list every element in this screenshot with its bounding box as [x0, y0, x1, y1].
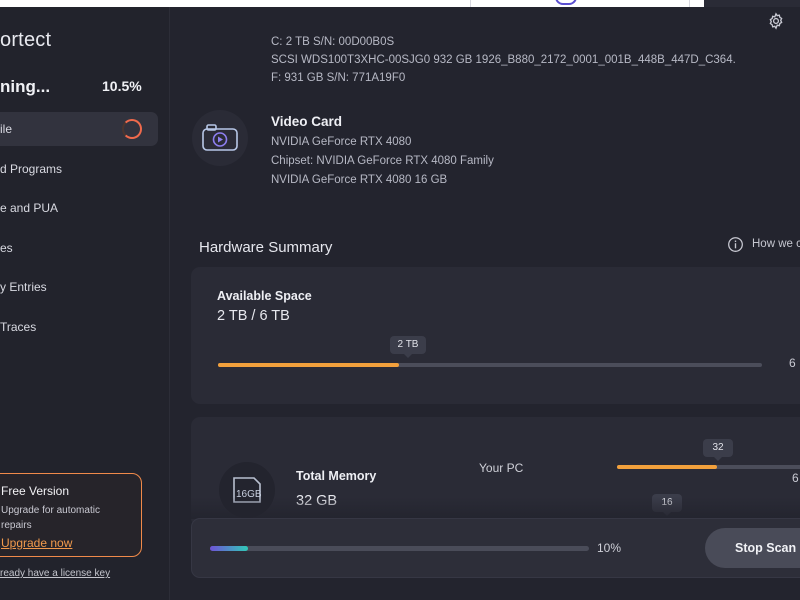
- main-content: C: 2 TB S/N: 00D00B0S SCSI WDS100T3XHC-0…: [170, 7, 800, 600]
- scan-status: ning...: [0, 77, 51, 96]
- video-camera-icon: [202, 124, 238, 151]
- video-card-line: NVIDIA GeForce RTX 4080: [271, 136, 412, 148]
- promo-text: Upgrade for automatic repairs: [1, 505, 100, 531]
- drive-line: SCSI WDS100T3XHC-00SJG0 932 GB 1926_B880…: [271, 54, 736, 66]
- sidebar-item-files[interactable]: ile: [0, 112, 158, 146]
- sidebar: ortect ning... 10.5% ile d Programs e an…: [0, 7, 170, 600]
- scan-progress-percent: 10%: [597, 541, 622, 555]
- gear-icon[interactable]: [767, 12, 785, 30]
- how-we-calculate-link[interactable]: How we c: [752, 238, 800, 250]
- available-space-value: 2 TB / 6 TB: [217, 308, 290, 324]
- sidebar-item-label: ile: [0, 122, 13, 136]
- your-pc-memory-bar: [617, 465, 800, 469]
- available-space-bar: [218, 363, 762, 367]
- sidebar-item-programs[interactable]: d Programs: [0, 152, 158, 186]
- app-logo-text: ortect: [0, 29, 52, 51]
- license-key-link[interactable]: ready have a license key: [0, 568, 110, 579]
- total-memory-label: Total Memory: [296, 469, 377, 483]
- content-fade: [170, 497, 800, 519]
- upgrade-now-link[interactable]: Upgrade now: [1, 536, 72, 550]
- scan-progress-track: [210, 546, 589, 551]
- scan-progress-panel: 10% Stop Scan: [191, 518, 800, 578]
- sidebar-item-label: es: [0, 240, 13, 255]
- available-space-label: Available Space: [217, 289, 312, 303]
- your-pc-memory-bar-fill: [617, 465, 717, 469]
- top-strip-dark-area: [704, 0, 800, 7]
- sidebar-item-label: Traces: [0, 319, 37, 334]
- sidebar-item-malware-pua[interactable]: e and PUA: [0, 191, 158, 225]
- drive-line: C: 2 TB S/N: 00D00B0S: [271, 36, 395, 48]
- browser-top-strip: [0, 0, 800, 7]
- available-space-tooltip: 2 TB: [390, 336, 426, 358]
- loading-spinner-icon: [122, 119, 142, 139]
- video-card-icon-wrap: [192, 110, 248, 166]
- sidebar-item-files-2[interactable]: es: [0, 231, 158, 265]
- sidebar-nav: ile d Programs e and PUA es y Entries Tr…: [0, 112, 158, 350]
- sidebar-item-label: e and PUA: [0, 201, 59, 216]
- video-card-line: NVIDIA GeForce RTX 4080 16 GB: [271, 174, 448, 186]
- scan-progress-fill: [210, 546, 248, 551]
- video-card-line: Chipset: NVIDIA GeForce RTX 4080 Family: [271, 155, 494, 167]
- available-space-edge: 6: [789, 356, 796, 370]
- scan-percent: 10.5%: [102, 78, 142, 94]
- sidebar-item-registry-entries[interactable]: y Entries: [0, 270, 158, 304]
- stop-scan-button[interactable]: Stop Scan: [705, 528, 800, 568]
- sidebar-item-label: y Entries: [0, 280, 47, 295]
- sidebar-item-traces[interactable]: Traces: [0, 310, 158, 344]
- video-card-title: Video Card: [271, 114, 343, 129]
- your-pc-label: Your PC: [479, 461, 524, 475]
- memory-edge: 6: [792, 471, 799, 485]
- available-space-card: Available Space 2 TB / 6 TB 2 TB 6: [191, 267, 800, 404]
- info-icon[interactable]: [727, 236, 744, 253]
- hardware-summary-title: Hardware Summary: [199, 239, 333, 256]
- top-strip-panel: [470, 0, 690, 7]
- your-pc-tooltip: 32: [703, 439, 733, 461]
- available-space-bar-fill: [218, 363, 400, 367]
- promo-title: Free Version: [1, 484, 70, 498]
- sidebar-item-label: d Programs: [0, 161, 63, 176]
- free-version-promo: Free Version Upgrade for automatic repai…: [0, 473, 142, 557]
- drive-line: F: 931 GB S/N: 771A19F0: [271, 72, 406, 84]
